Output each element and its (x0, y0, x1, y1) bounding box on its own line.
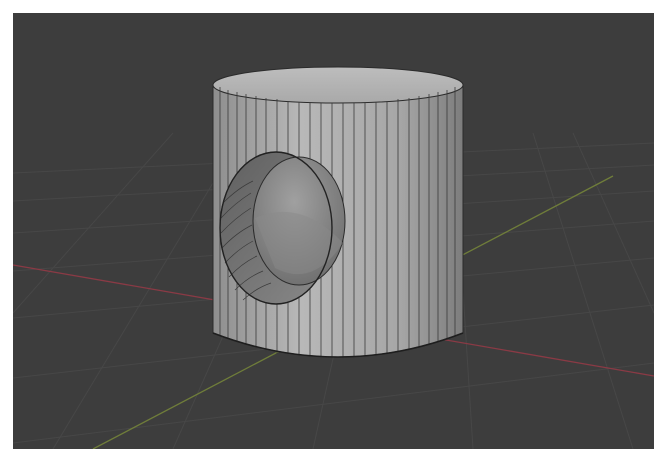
3d-viewport[interactable] (13, 13, 654, 449)
cylinder-object[interactable] (212, 66, 464, 359)
viewport-canvas[interactable] (13, 13, 654, 449)
cylinder-top-cap (212, 66, 464, 104)
